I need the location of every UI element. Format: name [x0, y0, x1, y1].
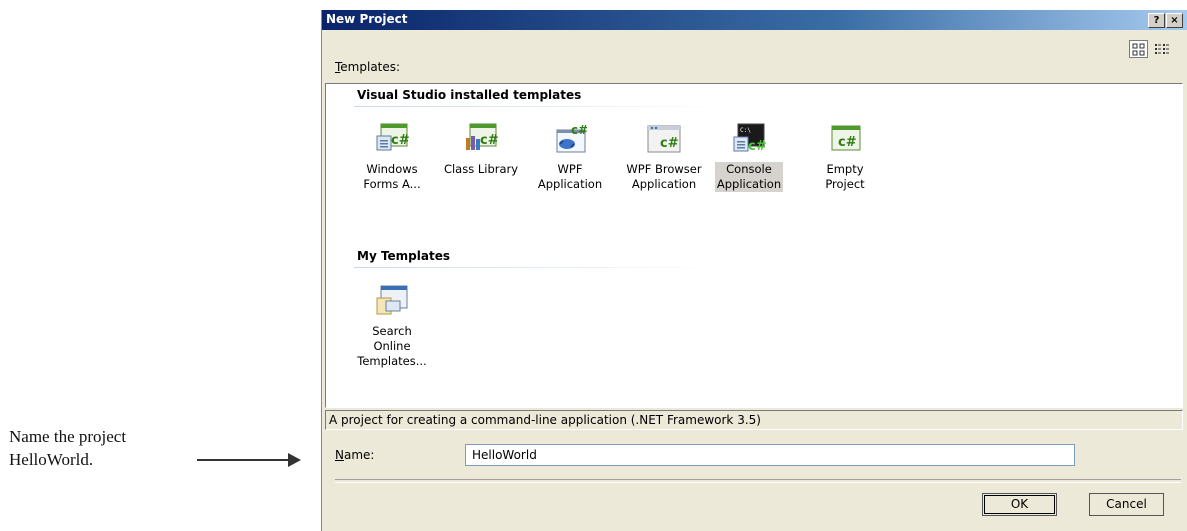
template-label: WPF Browser Application: [624, 162, 703, 192]
template-wpf-browser-application[interactable]: c# WPF Browser Application: [624, 122, 704, 192]
search-online-icon: [376, 285, 408, 315]
svg-text:c#: c#: [391, 133, 409, 148]
annotation-arrow-line: [197, 459, 289, 461]
button-separator: [335, 479, 1181, 483]
my-templates-header: My Templates: [357, 249, 450, 263]
templates-label: Templates:: [335, 60, 400, 74]
template-label-line1: Console: [726, 162, 772, 176]
svg-text:c#: c#: [660, 136, 679, 151]
template-class-library[interactable]: c# Class Library: [441, 122, 521, 177]
template-label: Empty Project: [805, 162, 885, 192]
svg-text:c#: c#: [838, 135, 857, 150]
installed-templates-header: Visual Studio installed templates: [357, 88, 582, 102]
template-label-line1: Windows: [366, 162, 418, 176]
name-label: Name:: [335, 448, 374, 462]
windows-forms-icon: c#: [376, 123, 409, 151]
my-templates-divider: [354, 267, 724, 268]
template-label-line2: Templates...: [357, 354, 427, 368]
template-label-line2: Application: [716, 177, 782, 191]
template-label: Console Application: [714, 162, 784, 192]
templates-list[interactable]: Visual Studio installed templates c# Win…: [325, 83, 1183, 408]
template-label-line1: Empty Project: [825, 162, 865, 191]
annotation-text: Name the project HelloWorld.: [9, 425, 189, 471]
template-label-line1: WPF: [557, 162, 583, 176]
annotation-line-1: Name the project: [9, 427, 127, 446]
templates-label-text: emplates:: [340, 60, 401, 74]
svg-text:c#: c#: [480, 133, 498, 148]
template-description: A project for creating a command-line ap…: [325, 410, 1183, 430]
template-empty-project[interactable]: c# Empty Project: [805, 122, 885, 192]
ok-button[interactable]: OK: [982, 493, 1057, 516]
title-bar[interactable]: New Project ? ×: [322, 10, 1187, 30]
dialog-title: New Project: [326, 12, 408, 26]
template-label: Class Library: [442, 162, 520, 177]
template-wpf-application[interactable]: c# WPF Application: [530, 122, 610, 192]
template-search-online[interactable]: Search Online Templates...: [352, 284, 432, 369]
template-label: Search Online Templates...: [352, 324, 432, 369]
console-application-icon: C:\ c#: [733, 123, 766, 154]
new-project-dialog: New Project ? × Templates: Visual Studio…: [321, 10, 1187, 531]
large-icons-view-button[interactable]: [1129, 40, 1148, 58]
template-label-line1: WPF Browser: [626, 162, 702, 176]
name-label-text: ame:: [343, 448, 375, 462]
template-windows-forms[interactable]: c# Windows Forms A...: [352, 122, 432, 192]
installed-templates-divider: [354, 106, 724, 107]
wpf-application-icon: c#: [556, 123, 587, 153]
template-label: Windows Forms A...: [361, 162, 422, 192]
template-label-line2: Application: [631, 177, 697, 191]
name-label-accelerator: N: [335, 448, 344, 462]
svg-text:C:\: C:\: [740, 127, 751, 134]
template-console-application[interactable]: C:\ c# Console Application: [709, 122, 789, 192]
template-label: WPF Application: [536, 162, 604, 192]
cancel-button[interactable]: Cancel: [1089, 493, 1164, 516]
annotation-arrow-head-icon: [288, 453, 301, 467]
name-input[interactable]: HelloWorld: [465, 444, 1075, 466]
template-label-line1: Class Library: [443, 162, 519, 176]
empty-project-icon: c#: [831, 125, 861, 151]
small-icons-view-button[interactable]: [1152, 40, 1171, 58]
svg-text:c#: c#: [571, 123, 587, 137]
close-button[interactable]: ×: [1166, 13, 1183, 28]
large-icons-icon: [1132, 43, 1145, 55]
template-label-line2: Forms A...: [363, 177, 421, 191]
annotation-line-2: HelloWorld.: [9, 450, 94, 469]
template-label-line1: Search Online: [372, 324, 412, 353]
svg-text:c#: c#: [748, 139, 766, 154]
template-label-line2: Application: [537, 177, 603, 191]
wpf-browser-icon: c#: [647, 125, 681, 153]
class-library-icon: c#: [466, 123, 498, 150]
small-icons-icon: [1154, 43, 1169, 54]
help-button[interactable]: ?: [1148, 13, 1165, 28]
